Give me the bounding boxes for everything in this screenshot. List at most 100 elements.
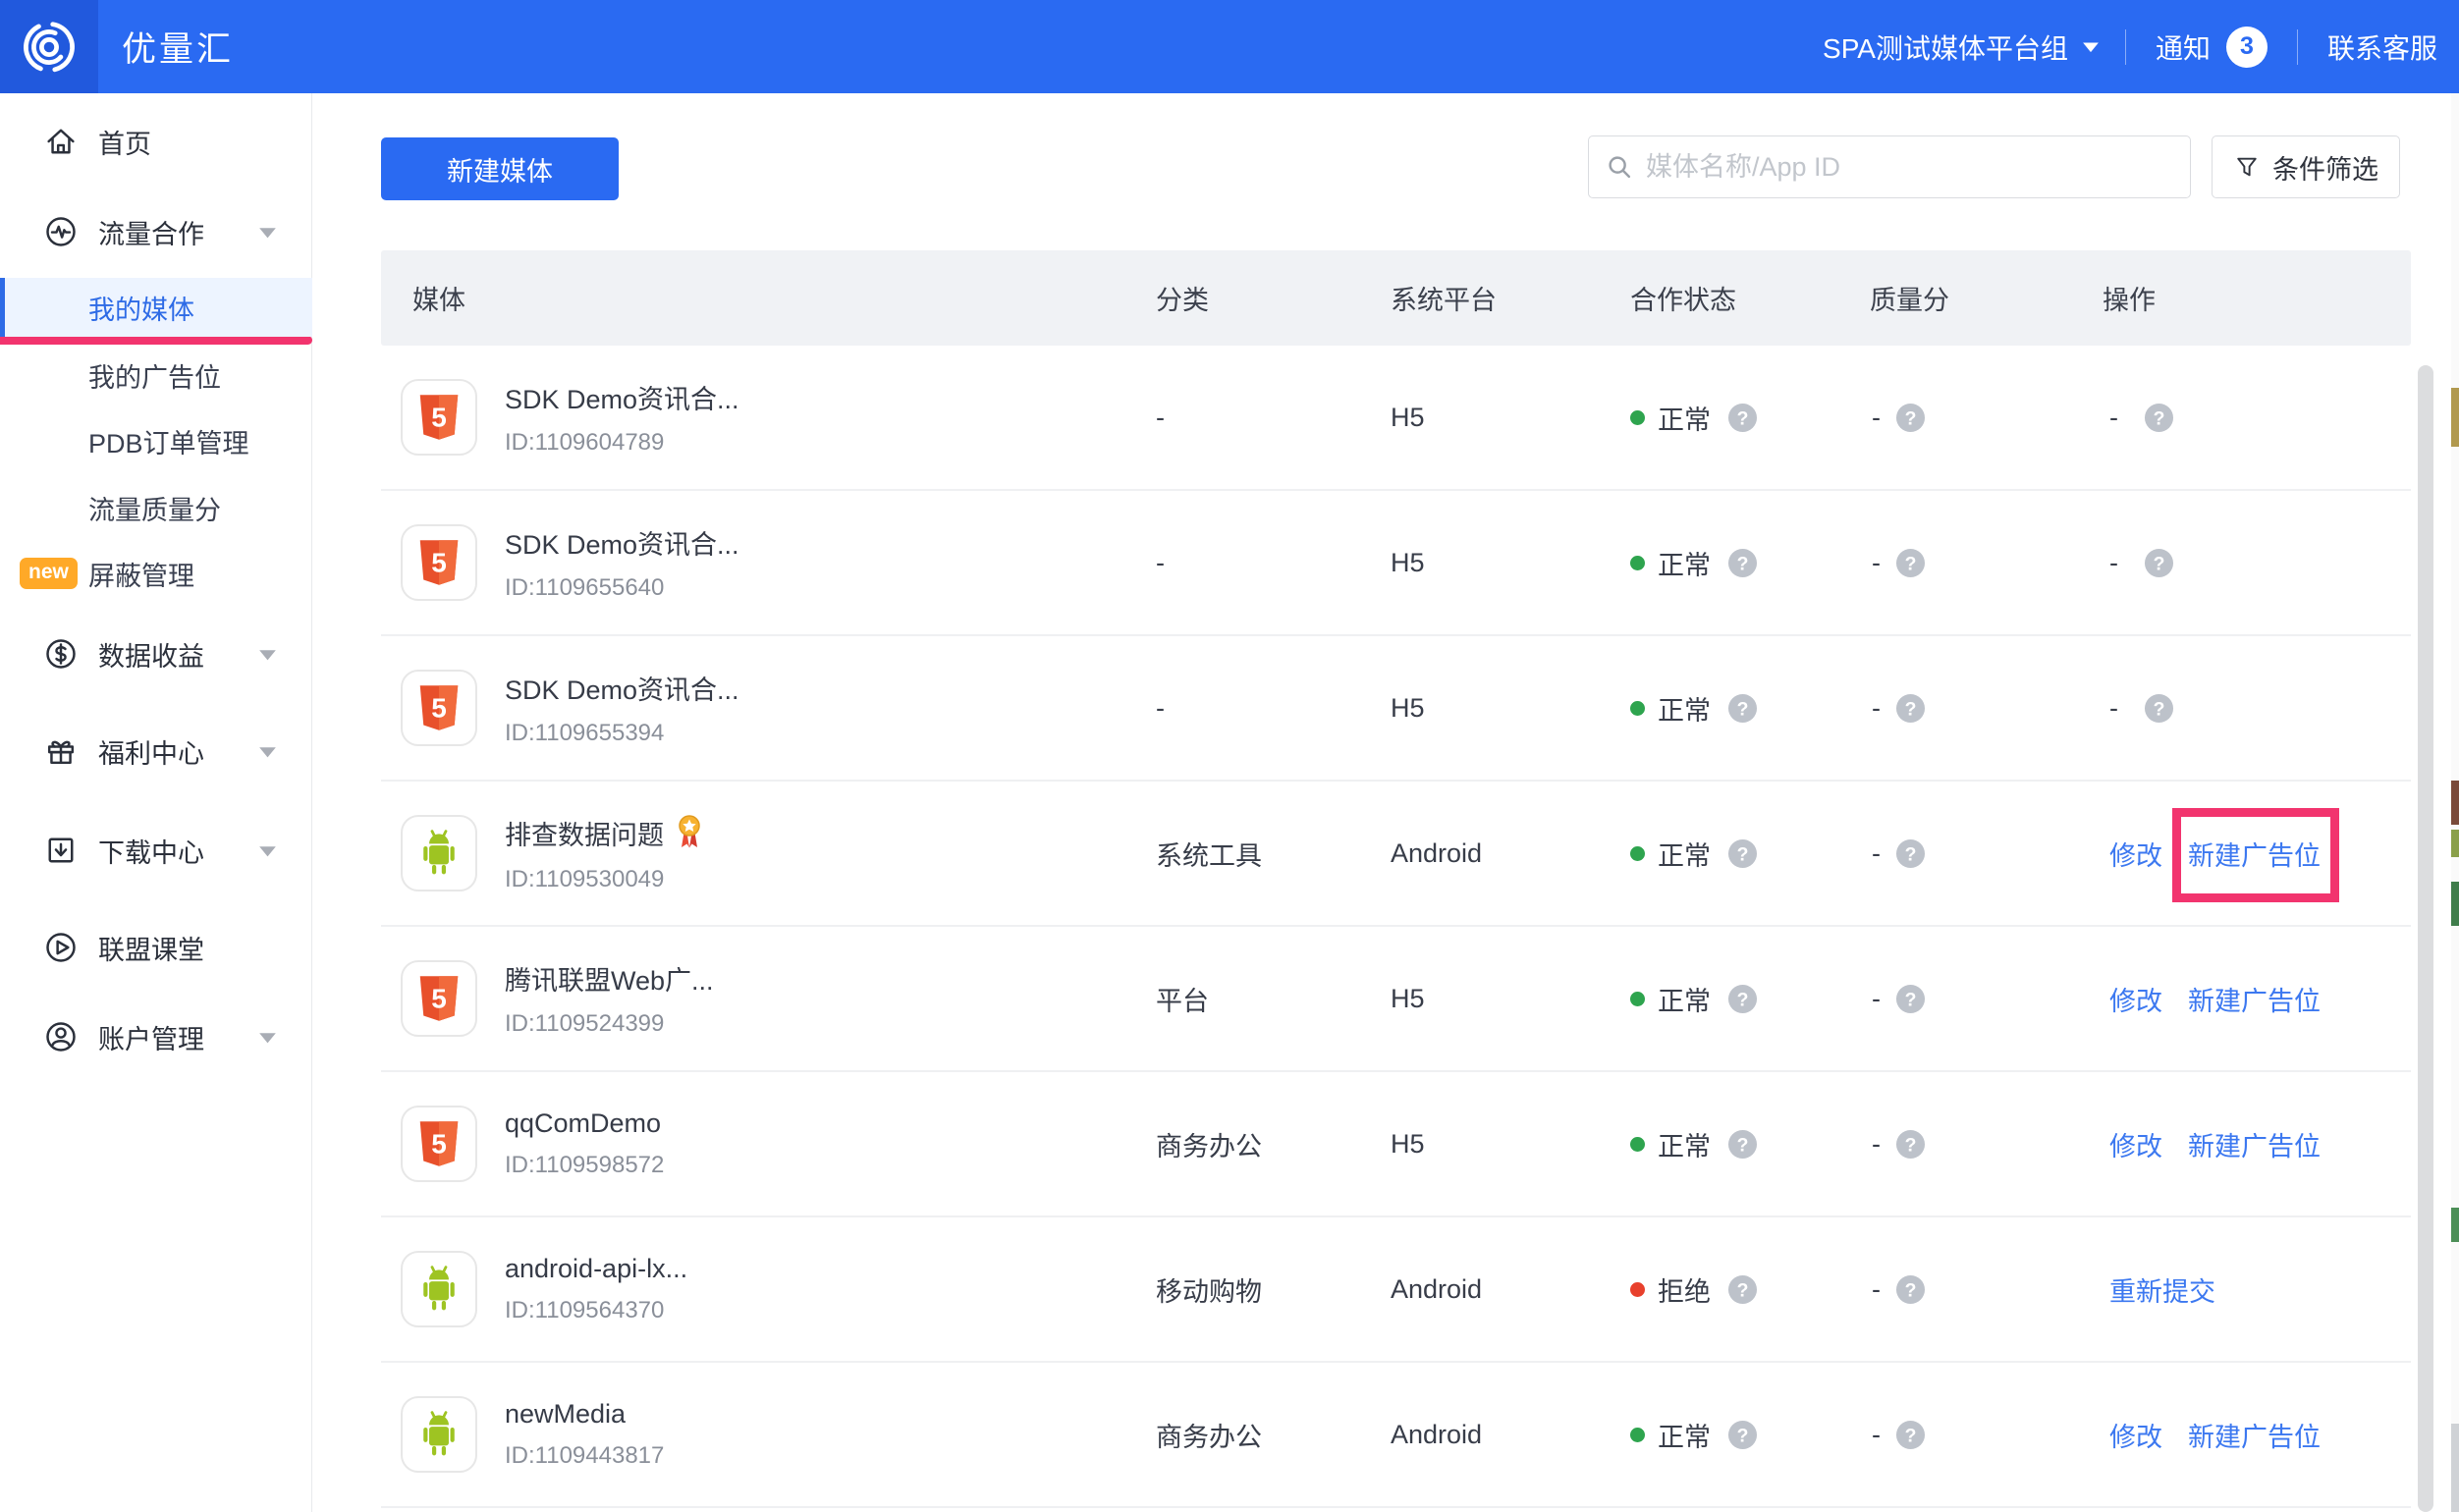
android-icon bbox=[401, 1396, 477, 1473]
quality-cell: - bbox=[1870, 984, 2103, 1014]
quality-cell: - bbox=[1870, 838, 2103, 869]
vertical-scrollbar[interactable] bbox=[2418, 365, 2433, 1512]
status-label: 正常 bbox=[1658, 835, 1711, 873]
sidebar-item-label: 联盟课堂 bbox=[98, 929, 204, 967]
sidebar-item-block-manage[interactable]: new 屏蔽管理 bbox=[0, 544, 312, 603]
quality-help-icon[interactable] bbox=[1895, 1274, 1926, 1305]
table-row: 排查数据问题 ID:1109530049 系统工具 Android 正常 - 修… bbox=[381, 782, 2411, 927]
modify-link[interactable]: 修改 bbox=[2109, 835, 2162, 873]
create-adunit-link[interactable]: 新建广告位 bbox=[2188, 980, 2321, 1018]
sidebar-item-label: 数据收益 bbox=[98, 635, 204, 674]
new-badge: new bbox=[20, 558, 78, 589]
chevron-down-icon bbox=[2082, 41, 2100, 53]
quality-help-icon[interactable] bbox=[1895, 548, 1926, 578]
status-help-icon[interactable] bbox=[1727, 693, 1758, 724]
platform-cell: H5 bbox=[1391, 693, 1630, 724]
ops-empty-value: - bbox=[2109, 403, 2118, 433]
platform-cell: Android bbox=[1391, 838, 1630, 869]
brand-spiral-icon bbox=[21, 19, 78, 76]
top-navigation-bar: 优量汇 SPA测试媒体平台组 通知 3 联系客服 bbox=[0, 0, 2459, 93]
sidebar-item-traffic-quality[interactable]: 流量质量分 bbox=[0, 478, 312, 537]
operations-cell: 重新提交 bbox=[2103, 1217, 2411, 1361]
quality-help-icon[interactable] bbox=[1895, 984, 1926, 1014]
ops-empty-value: - bbox=[2109, 693, 2118, 724]
status-label: 正常 bbox=[1658, 399, 1711, 437]
sidebar-item-my-media[interactable]: 我的媒体 bbox=[0, 278, 312, 337]
quality-value: - bbox=[1872, 1274, 1881, 1305]
modify-link[interactable]: 修改 bbox=[2109, 1125, 2162, 1163]
quality-help-icon[interactable] bbox=[1895, 693, 1926, 724]
table-row: qqComDemo ID:1109598572 商务办公 H5 正常 - 修改新… bbox=[381, 1072, 2411, 1217]
status-dot bbox=[1630, 1282, 1645, 1297]
table-row: SDK Demo资讯合... ID:1109604789 - H5 正常 - - bbox=[381, 346, 2411, 491]
quality-cell: - bbox=[1870, 1420, 2103, 1450]
notifications-button[interactable]: 通知 3 bbox=[2126, 27, 2297, 68]
table-row: newMedia ID:1109443817 商务办公 Android 正常 -… bbox=[381, 1363, 2411, 1508]
media-id: ID:1109564370 bbox=[505, 1297, 687, 1324]
ops-help-icon[interactable] bbox=[2144, 693, 2174, 724]
table-row: SDK Demo资讯合... ID:1109655394 - H5 正常 - - bbox=[381, 636, 2411, 782]
sidebar-item-label: 流量质量分 bbox=[88, 489, 221, 527]
sidebar-item-pdb-orders[interactable]: PDB订单管理 bbox=[0, 411, 312, 470]
column-header-platform: 系统平台 bbox=[1391, 279, 1630, 317]
sidebar-item-download-center[interactable]: 下载中心 bbox=[0, 821, 312, 880]
status-help-icon[interactable] bbox=[1727, 1420, 1758, 1450]
ops-help-icon[interactable] bbox=[2144, 403, 2174, 433]
status-help-icon[interactable] bbox=[1727, 984, 1758, 1014]
status-label: 正常 bbox=[1658, 544, 1711, 582]
status-help-icon[interactable] bbox=[1727, 1129, 1758, 1160]
create-adunit-link[interactable]: 新建广告位 bbox=[2188, 1125, 2321, 1163]
status-cell: 正常 bbox=[1630, 980, 1870, 1018]
contact-support-link[interactable]: 联系客服 bbox=[2298, 27, 2455, 67]
status-help-icon[interactable] bbox=[1727, 1274, 1758, 1305]
status-cell: 正常 bbox=[1630, 1416, 1870, 1454]
sidebar-navigation: 首页流量合作我的媒体我的广告位 PDB订单管理流量质量分 new 屏蔽管理数据收益福利… bbox=[0, 93, 312, 1512]
sidebar-item-label: 下载中心 bbox=[98, 832, 204, 870]
platform-cell: H5 bbox=[1391, 403, 1630, 433]
modify-link[interactable]: 修改 bbox=[2109, 980, 2162, 1018]
quality-cell: - bbox=[1870, 693, 2103, 724]
modify-link[interactable]: 修改 bbox=[2109, 1416, 2162, 1454]
column-header-status: 合作状态 bbox=[1630, 279, 1870, 317]
status-cell: 正常 bbox=[1630, 689, 1870, 728]
search-input[interactable] bbox=[1646, 152, 2174, 183]
ops-help-icon[interactable] bbox=[2144, 548, 2174, 578]
quality-help-icon[interactable] bbox=[1895, 838, 1926, 869]
sidebar-item-alliance-course[interactable]: 联盟课堂 bbox=[0, 918, 312, 977]
create-adunit-link[interactable]: 新建广告位 bbox=[2188, 1416, 2321, 1454]
quality-help-icon[interactable] bbox=[1895, 1420, 1926, 1450]
status-help-icon[interactable] bbox=[1727, 403, 1758, 433]
table-row: 腾讯联盟Web广... ID:1109524399 平台 H5 正常 - 修改新… bbox=[381, 927, 2411, 1072]
media-cell: SDK Demo资讯合... ID:1109604789 bbox=[381, 378, 1156, 457]
quality-help-icon[interactable] bbox=[1895, 1129, 1926, 1160]
quality-help-icon[interactable] bbox=[1895, 403, 1926, 433]
sidebar-item-label: 屏蔽管理 bbox=[88, 555, 194, 593]
media-name: SDK Demo资讯合... bbox=[505, 378, 739, 416]
sidebar-item-account-manage[interactable]: 账户管理 bbox=[0, 1007, 312, 1066]
quality-value: - bbox=[1872, 403, 1881, 433]
html5-icon bbox=[401, 670, 477, 746]
sidebar-item-welfare-center[interactable]: 福利中心 bbox=[0, 722, 312, 781]
media-cell: qqComDemo ID:1109598572 bbox=[381, 1106, 1156, 1182]
platform-cell: Android bbox=[1391, 1274, 1630, 1305]
status-cell: 正常 bbox=[1630, 835, 1870, 873]
quality-value: - bbox=[1872, 838, 1881, 869]
status-help-icon[interactable] bbox=[1727, 548, 1758, 578]
media-cell: SDK Demo资讯合... ID:1109655640 bbox=[381, 523, 1156, 602]
media-id: ID:1109443817 bbox=[505, 1442, 664, 1470]
sidebar-item-home[interactable]: 首页 bbox=[0, 112, 312, 171]
html5-icon bbox=[401, 1106, 477, 1182]
welfare-icon bbox=[43, 733, 79, 769]
sidebar-item-data-revenue[interactable]: 数据收益 bbox=[0, 624, 312, 683]
filter-button[interactable]: 条件筛选 bbox=[2212, 135, 2400, 198]
status-label: 正常 bbox=[1658, 1125, 1711, 1163]
resubmit-link[interactable]: 重新提交 bbox=[2109, 1270, 2215, 1309]
status-help-icon[interactable] bbox=[1727, 838, 1758, 869]
chevron-down-icon bbox=[258, 227, 277, 239]
sidebar-item-my-adunits[interactable]: 我的广告位 bbox=[0, 346, 312, 405]
new-media-button[interactable]: 新建媒体 bbox=[381, 137, 619, 200]
category-cell: - bbox=[1156, 403, 1391, 433]
sidebar-item-traffic-coop[interactable]: 流量合作 bbox=[0, 202, 312, 261]
sidebar-item-label: 流量合作 bbox=[98, 213, 204, 251]
account-switcher[interactable]: SPA测试媒体平台组 bbox=[1797, 27, 2125, 67]
